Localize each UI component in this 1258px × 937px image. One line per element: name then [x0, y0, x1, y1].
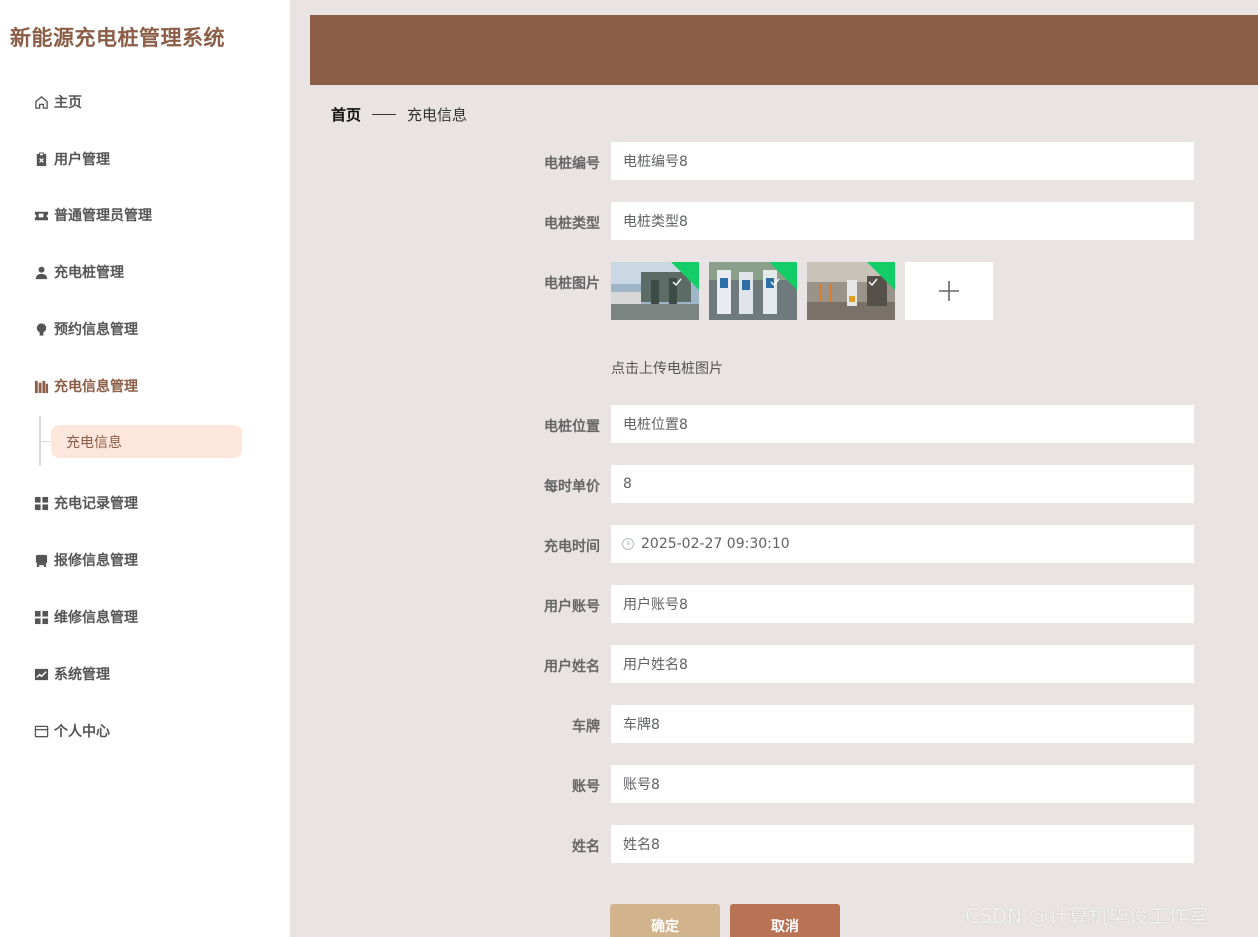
bus-icon: [33, 552, 49, 568]
sidebar-item-reservations[interactable]: 预约信息管理: [33, 317, 138, 341]
sidebar-item-label: 报修信息管理: [54, 553, 138, 569]
submenu-item-label: 充电信息: [66, 434, 122, 451]
sidebar: 新能源充电桩管理系统 主页 用户管理 普通管理员管理 充电桩管理 预约信息管理: [0, 0, 290, 937]
books-icon: [33, 378, 49, 394]
clock-icon: [621, 537, 635, 551]
pile-image-label: 电桩图片: [544, 276, 600, 292]
bulb-icon: [33, 321, 49, 337]
sidebar-item-maintenance[interactable]: 维修信息管理: [33, 605, 138, 629]
sidebar-item-users[interactable]: 用户管理: [33, 147, 110, 171]
sidebar-item-label: 普通管理员管理: [54, 208, 152, 224]
app-title: 新能源充电桩管理系统: [10, 26, 225, 50]
breadcrumb-separator: [372, 114, 397, 115]
submenu-tick: [41, 441, 51, 442]
chart-icon: [33, 666, 49, 682]
confirm-button[interactable]: 确定: [610, 904, 720, 937]
user-account-field[interactable]: [611, 585, 1194, 623]
check-icon: [868, 278, 878, 287]
pile-type-field[interactable]: [611, 202, 1194, 240]
top-banner: [310, 15, 1258, 85]
ticket-icon: [33, 207, 49, 223]
charging-time-field[interactable]: [641, 526, 1194, 562]
breadcrumb-current: 充电信息: [407, 106, 468, 124]
uploaded-image-thumbnail[interactable]: [709, 262, 797, 320]
name-label: 姓名: [572, 839, 600, 855]
sidebar-item-repair-reports[interactable]: 报修信息管理: [33, 548, 138, 572]
sidebar-item-profile[interactable]: 个人中心: [33, 719, 110, 743]
user-name-field[interactable]: [611, 645, 1194, 683]
sidebar-item-charging-records[interactable]: 充电记录管理: [33, 491, 138, 515]
plus-icon: [939, 281, 959, 301]
name-field[interactable]: [611, 825, 1194, 863]
charging-time-picker[interactable]: [611, 525, 1194, 563]
sidebar-item-label: 个人中心: [54, 724, 110, 740]
watermark: CSDN @计算机毕设工作室: [965, 904, 1209, 928]
sidebar-item-label: 预约信息管理: [54, 322, 138, 338]
breadcrumb: 首页 充电信息: [331, 104, 467, 125]
pile-type-label: 电桩类型: [544, 216, 600, 232]
home-icon: [33, 94, 49, 110]
sidebar-item-label: 系统管理: [54, 667, 110, 683]
upload-hint: 点击上传电桩图片: [611, 361, 723, 377]
plate-label: 车牌: [572, 719, 600, 735]
sidebar-item-label: 维修信息管理: [54, 610, 138, 626]
user-name-label: 用户姓名: [544, 659, 600, 675]
account-label: 账号: [572, 779, 600, 795]
check-icon: [672, 278, 682, 287]
uploaded-image-thumbnail[interactable]: [611, 262, 699, 320]
pile-location-label: 电桩位置: [544, 419, 600, 435]
account-field[interactable]: [611, 765, 1194, 803]
sidebar-item-system[interactable]: 系统管理: [33, 662, 110, 686]
sidebar-item-label: 用户管理: [54, 152, 110, 168]
breadcrumb-home[interactable]: 首页: [331, 104, 361, 125]
uploaded-image-thumbnail[interactable]: [807, 262, 895, 320]
sidebar-item-label: 主页: [54, 95, 82, 111]
pile-number-label: 电桩编号: [544, 156, 600, 172]
grid-icon: [33, 495, 49, 511]
clipboard-icon: [33, 151, 49, 167]
hourly-price-field[interactable]: [611, 465, 1194, 503]
hourly-price-label: 每时单价: [544, 479, 600, 495]
grid-icon: [33, 609, 49, 625]
pile-number-field[interactable]: [611, 142, 1194, 180]
card-icon: [33, 723, 49, 739]
sidebar-item-charging-info[interactable]: 充电信息管理: [33, 374, 138, 398]
sidebar-item-admins[interactable]: 普通管理员管理: [33, 203, 152, 227]
sidebar-item-chargers[interactable]: 充电桩管理: [33, 260, 124, 284]
sidebar-item-home[interactable]: 主页: [33, 90, 82, 114]
user-account-label: 用户账号: [544, 599, 600, 615]
check-icon: [770, 278, 780, 287]
submenu-item-charging-info[interactable]: 充电信息: [51, 425, 242, 458]
cancel-button[interactable]: 取消: [730, 904, 840, 937]
user-icon: [33, 264, 49, 280]
charging-time-label: 充电时间: [544, 539, 600, 555]
sidebar-item-label: 充电桩管理: [54, 265, 124, 281]
image-upload-button[interactable]: [905, 262, 993, 320]
sidebar-item-label: 充电信息管理: [54, 379, 138, 395]
sidebar-item-label: 充电记录管理: [54, 496, 138, 512]
pile-location-field[interactable]: [611, 405, 1194, 443]
plate-field[interactable]: [611, 705, 1194, 743]
